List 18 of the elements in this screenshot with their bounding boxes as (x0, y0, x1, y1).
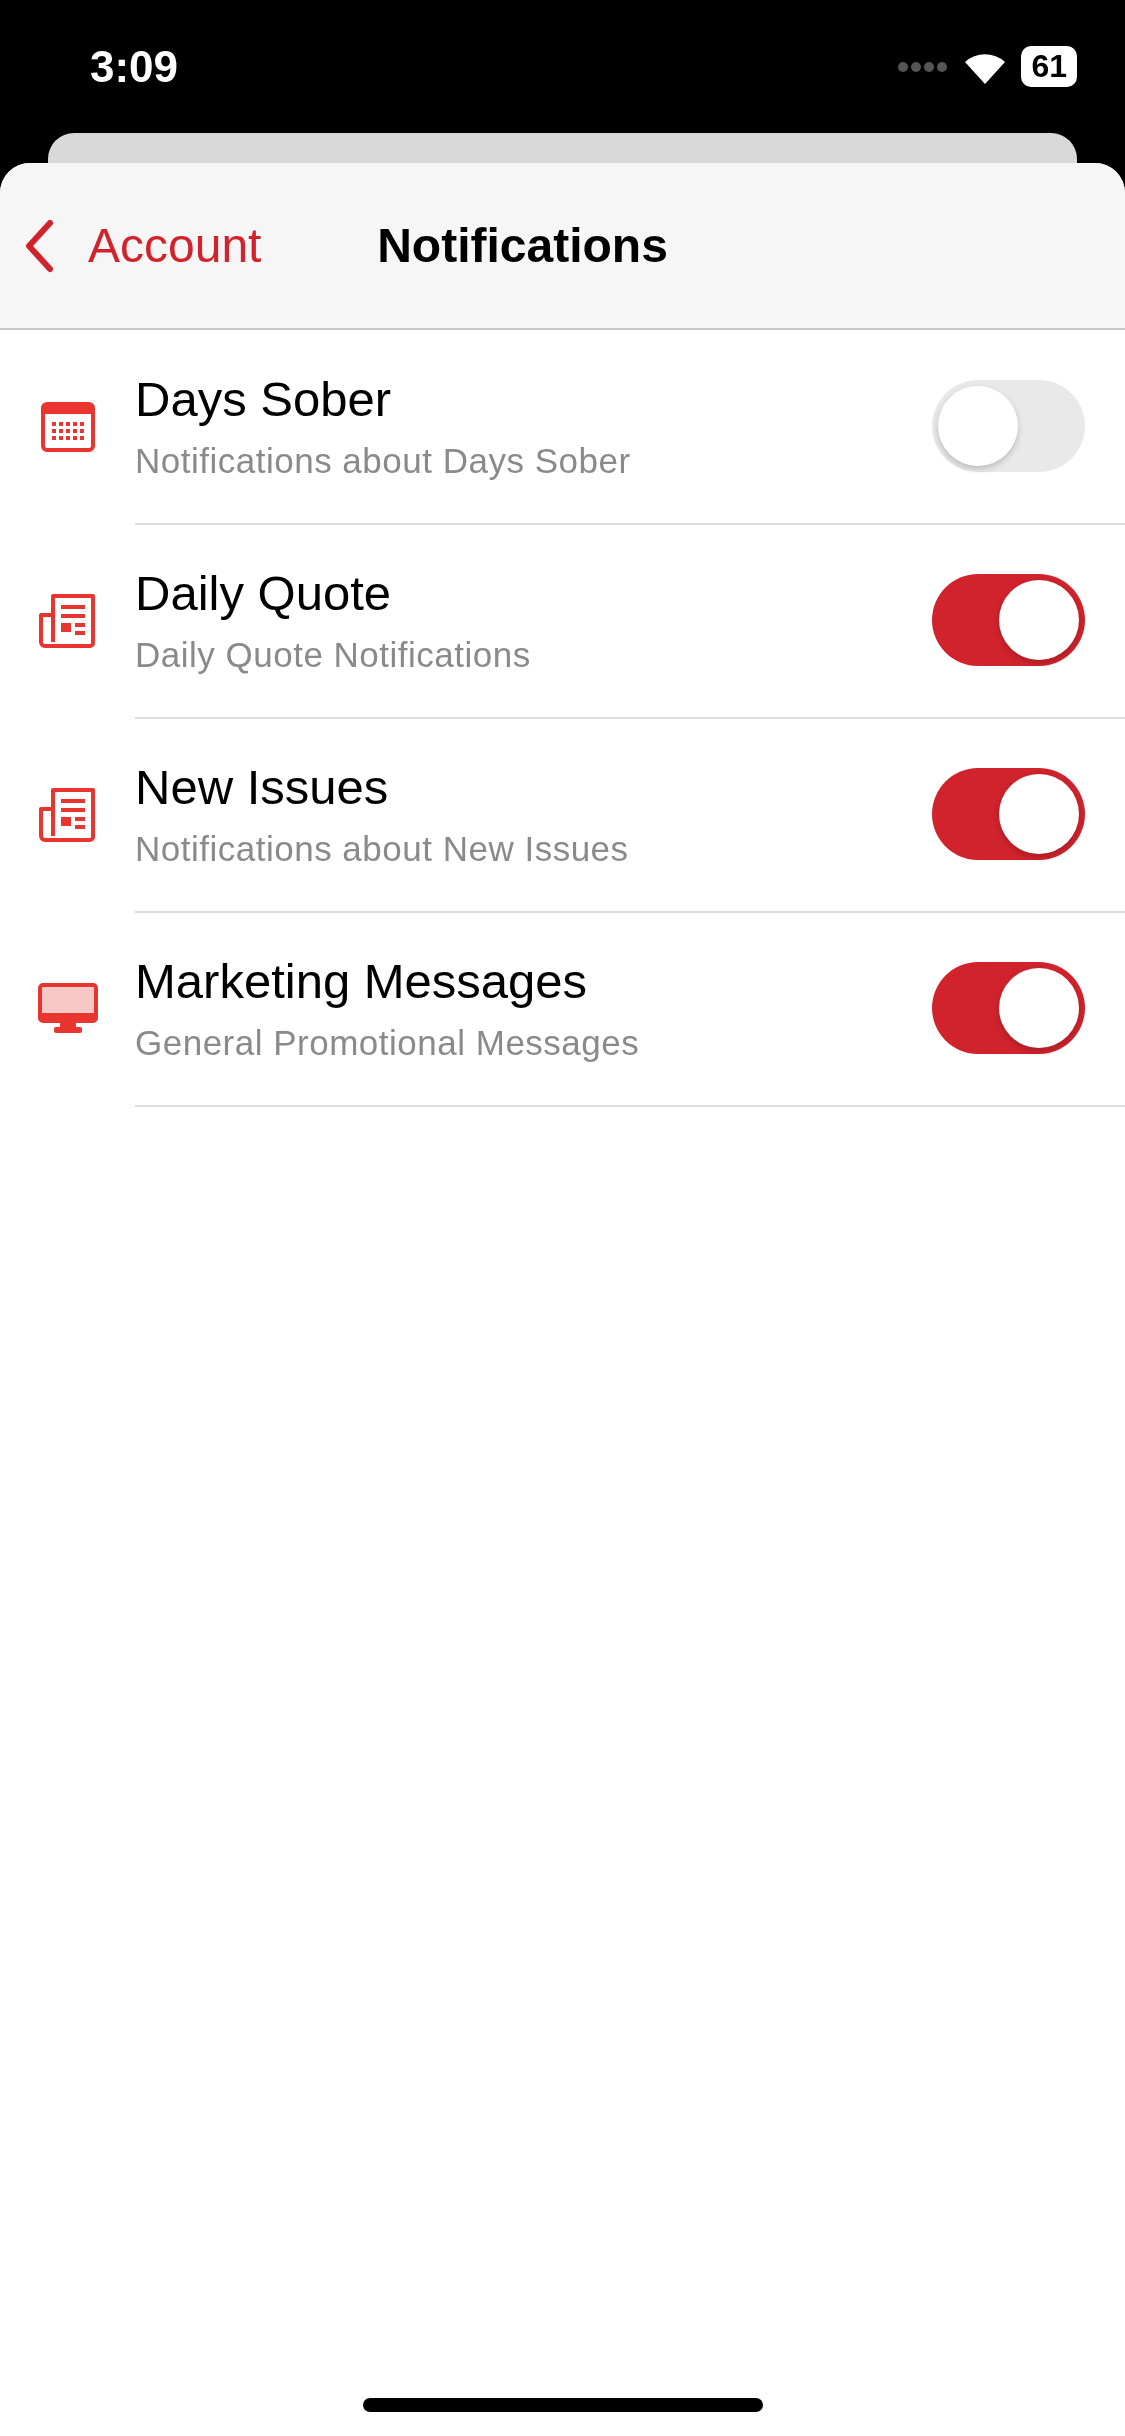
battery-level: 61 (1021, 46, 1077, 87)
setting-description: General Promotional Messages (135, 1023, 641, 1063)
signal-icon (897, 60, 950, 73)
monitor-icon (37, 983, 98, 1035)
setting-description: Daily Quote Notifications (135, 635, 532, 675)
setting-title: Marketing Messages (135, 953, 589, 1009)
setting-title: New Issues (135, 759, 390, 815)
setting-description: Notifications about Days Sober (135, 441, 632, 481)
setting-title: Daily Quote (135, 565, 392, 621)
back-button[interactable]: Account (24, 218, 262, 273)
newspaper-icon (38, 593, 97, 649)
status-time: 3:09 (90, 41, 179, 92)
calendar-icon (40, 402, 95, 452)
setting-title: Days Sober (135, 371, 392, 427)
screen-title: Notifications (377, 218, 668, 273)
chevron-icon (24, 218, 54, 273)
newspaper-icon (38, 787, 97, 843)
setting-description: Notifications about New Issues (135, 829, 630, 869)
